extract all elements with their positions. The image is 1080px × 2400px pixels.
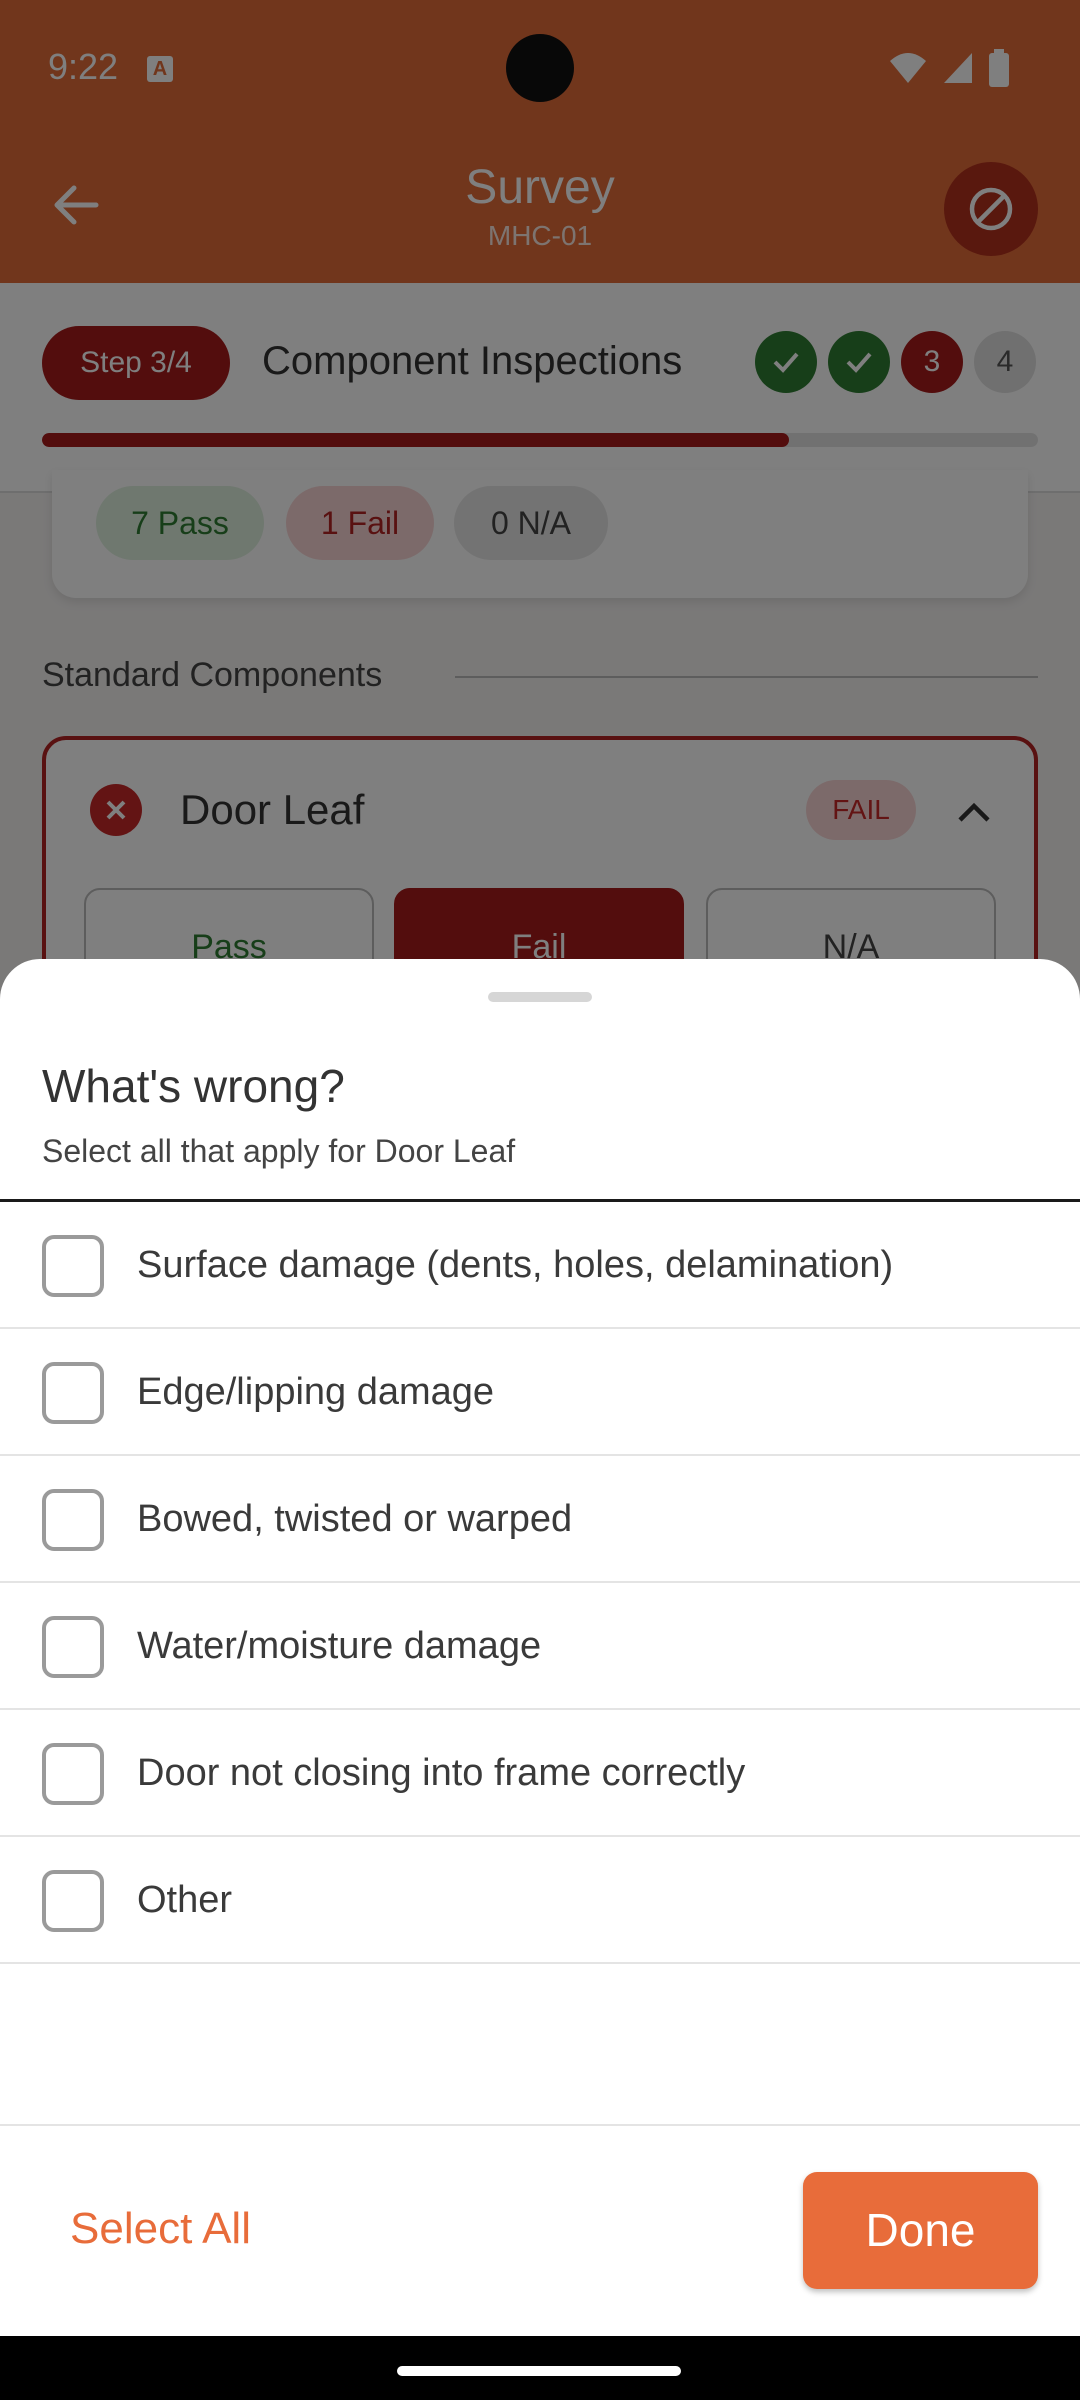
home-gesture-handle[interactable] bbox=[397, 2366, 681, 2376]
list-item[interactable]: Water/moisture damage bbox=[0, 1583, 1080, 1710]
drag-handle[interactable] bbox=[488, 992, 592, 1002]
list-item[interactable]: Door not closing into frame correctly bbox=[0, 1710, 1080, 1837]
checkbox[interactable] bbox=[42, 1616, 104, 1678]
issue-label: Surface damage (dents, holes, delaminati… bbox=[137, 1244, 894, 1286]
issue-bottom-sheet: What's wrong? Select all that apply for … bbox=[0, 959, 1080, 2336]
issue-label: Bowed, twisted or warped bbox=[137, 1498, 573, 1540]
system-nav-bar bbox=[0, 2336, 1080, 2400]
issue-list: Surface damage (dents, holes, delaminati… bbox=[0, 1202, 1080, 1964]
sheet-title: What's wrong? bbox=[42, 1060, 345, 1112]
list-item[interactable]: Surface damage (dents, holes, delaminati… bbox=[0, 1202, 1080, 1329]
list-item[interactable]: Bowed, twisted or warped bbox=[0, 1456, 1080, 1583]
select-all-button[interactable]: Select All bbox=[70, 2204, 251, 2254]
footer-divider bbox=[0, 2124, 1080, 2126]
issue-label: Edge/lipping damage bbox=[137, 1371, 495, 1413]
checkbox[interactable] bbox=[42, 1870, 104, 1932]
list-item[interactable]: Other bbox=[0, 1837, 1080, 1964]
issue-label: Other bbox=[137, 1879, 233, 1921]
issue-label: Water/moisture damage bbox=[137, 1625, 542, 1667]
checkbox[interactable] bbox=[42, 1235, 104, 1297]
checkbox[interactable] bbox=[42, 1743, 104, 1805]
checkbox[interactable] bbox=[42, 1362, 104, 1424]
issue-label: Door not closing into frame correctly bbox=[137, 1752, 746, 1794]
done-button[interactable]: Done bbox=[803, 2172, 1038, 2289]
sheet-subtitle: Select all that apply for Door Leaf bbox=[42, 1133, 516, 1169]
checkbox[interactable] bbox=[42, 1489, 104, 1551]
list-item[interactable]: Edge/lipping damage bbox=[0, 1329, 1080, 1456]
